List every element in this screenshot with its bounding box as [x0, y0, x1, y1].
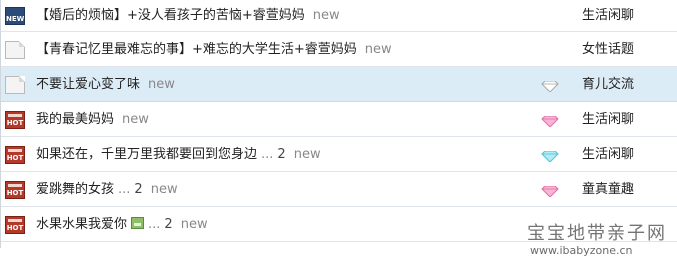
thread-title-link[interactable]: 爱跳舞的女孩... 2 new [36, 181, 178, 198]
thread-title-link[interactable]: 我的最美妈妈 new [36, 111, 149, 128]
diamond-icon [541, 116, 559, 127]
hot-thread-icon: HOT [5, 111, 25, 129]
thread-title-link[interactable]: 【婚后的烦恼】+没人看孩子的苦恼+睿萱妈妈 new [36, 7, 340, 24]
forum-link[interactable]: 生活闲聊 [582, 7, 634, 24]
new-tag: new [180, 217, 208, 232]
table-row[interactable]: HOT 爱跳舞的女孩... 2 new 童真童趣 [1, 172, 677, 207]
site-watermark: 宝宝地带亲子网 www.ibabyzone.cn [527, 224, 677, 258]
table-row[interactable]: NEW 【婚后的烦恼】+没人看孩子的苦恼+睿萱妈妈 new 生活闲聊 [1, 0, 677, 32]
hot-thread-icon: HOT [5, 146, 25, 164]
new-tag: new [312, 8, 340, 23]
forum-link[interactable]: 女性话题 [582, 41, 634, 58]
thread-list: NEW 【婚后的烦恼】+没人看孩子的苦恼+睿萱妈妈 new 生活闲聊 【青春记忆里… [0, 0, 677, 248]
forum-link[interactable]: 生活闲聊 [582, 146, 634, 163]
new-tag: new [122, 112, 149, 127]
diamond-icon [541, 151, 559, 162]
thread-title-link[interactable]: 不要让爱心变了味 new [36, 76, 175, 93]
new-tag: new [293, 147, 321, 162]
document-icon [5, 41, 25, 59]
hot-thread-icon: HOT [5, 181, 25, 199]
page-link[interactable]: 2 [164, 217, 172, 232]
new-tag: new [150, 182, 178, 197]
pages-ellipsis: ... [118, 182, 131, 197]
new-tag: new [364, 42, 392, 57]
diamond-icon [541, 81, 559, 92]
forum-link[interactable]: 童真童趣 [582, 181, 634, 198]
forum-link[interactable]: 育儿交流 [582, 76, 634, 93]
thread-title-link[interactable]: 【青春记忆里最难忘的事】+难忘的大学生活+睿萱妈妈 new [36, 41, 392, 58]
new-thread-icon: NEW [5, 7, 25, 25]
forum-link[interactable]: 生活闲聊 [582, 111, 634, 128]
pages-ellipsis: ... [261, 147, 274, 162]
hot-thread-icon: HOT [5, 216, 25, 234]
thread-title-link[interactable]: 水果水果我爱你... 2 new [36, 216, 208, 233]
pages-ellipsis: ... [148, 217, 161, 232]
page-link[interactable]: 2 [134, 182, 142, 197]
new-tag: new [148, 77, 175, 92]
page-link[interactable]: 2 [277, 147, 285, 162]
table-row[interactable]: HOT 如果还在，千里万里我都要回到您身边... 2 new 生活闲聊 [1, 137, 677, 172]
table-row[interactable]: HOT 我的最美妈妈 new 生活闲聊 [1, 102, 677, 137]
image-attachment-icon [131, 217, 145, 229]
watermark-url: www.ibabyzone.cn [530, 244, 633, 257]
table-row[interactable]: 【青春记忆里最难忘的事】+难忘的大学生活+睿萱妈妈 new 女性话题 [1, 32, 677, 67]
thread-title-link[interactable]: 如果还在，千里万里我都要回到您身边... 2 new [36, 146, 321, 163]
watermark-name: 宝宝地带亲子网 [527, 223, 667, 244]
table-row[interactable]: 不要让爱心变了味 new 育儿交流 [1, 67, 677, 102]
document-icon [5, 76, 25, 94]
diamond-icon [541, 186, 559, 197]
